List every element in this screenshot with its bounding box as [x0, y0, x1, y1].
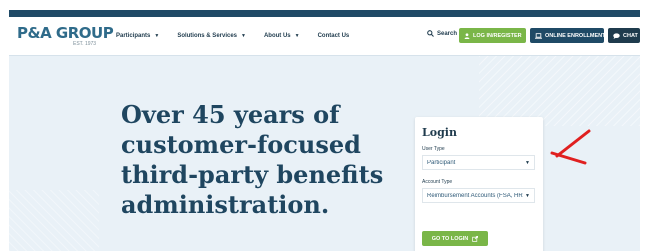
user-icon	[464, 32, 470, 39]
top-accent-bar	[9, 10, 640, 17]
main-nav: Participants ▼ Solutions & Services ▼ Ab…	[116, 17, 367, 55]
decorative-pattern	[479, 56, 640, 126]
chat-bubble-icon	[613, 32, 620, 39]
nav-about-us[interactable]: About Us ▼	[264, 33, 300, 39]
chevron-down-icon: ▼	[294, 33, 300, 39]
chevron-down-icon: ▼	[154, 33, 160, 39]
nav-participants[interactable]: Participants ▼	[116, 33, 159, 39]
user-type-value: Participant	[427, 159, 456, 166]
headline-line: customer-focused	[121, 130, 361, 159]
decorative-pattern-left	[9, 190, 99, 251]
chevron-down-icon: ▼	[525, 192, 530, 199]
page-frame: P&A GROUP EST. 1973 Participants ▼ Solut…	[9, 10, 640, 251]
nav-solutions-label: Solutions & Services	[177, 33, 237, 39]
account-type-label: Account Type	[422, 179, 453, 185]
nav-solutions-services[interactable]: Solutions & Services ▼	[177, 33, 246, 39]
external-link-icon	[472, 235, 479, 242]
login-card: Login User Type Participant ▼ Account Ty…	[415, 117, 543, 251]
nav-contact-us[interactable]: Contact Us	[318, 33, 350, 39]
login-register-label: LOG IN/REGISTER	[473, 32, 522, 39]
user-type-label: User Type	[422, 146, 445, 152]
nav-participants-label: Participants	[116, 33, 151, 39]
logo-tagline: EST. 1973	[73, 41, 97, 47]
hero-headline: Over 45 years of customer-focused third-…	[121, 100, 411, 220]
chevron-down-icon: ▼	[525, 159, 530, 166]
chevron-down-icon: ▼	[241, 33, 246, 39]
login-register-button[interactable]: LOG IN/REGISTER	[459, 28, 526, 43]
red-arrow-annotation	[550, 129, 591, 165]
go-to-login-label: GO TO LOGIN	[431, 235, 469, 242]
online-enrollment-label: ONLINE ENROLLMENT	[545, 32, 606, 39]
headline-line: administration.	[121, 190, 330, 219]
search-label: Search	[437, 30, 458, 37]
site-header: P&A GROUP EST. 1973 Participants ▼ Solut…	[9, 17, 640, 56]
account-type-value: Reimbursement Accounts (FSA, HRA,	[427, 192, 524, 199]
headline-line: third-party benefits	[121, 160, 384, 189]
login-card-title: Login	[422, 126, 457, 139]
laptop-icon	[535, 32, 542, 39]
user-type-select[interactable]: Participant ▼	[422, 155, 535, 170]
online-enrollment-button[interactable]: ONLINE ENROLLMENT	[530, 28, 606, 43]
search-link[interactable]: Search	[427, 30, 457, 37]
nav-contact-label: Contact Us	[317, 33, 350, 39]
go-to-login-button[interactable]: GO TO LOGIN	[422, 231, 488, 246]
chat-label: CHAT	[623, 32, 638, 39]
search-icon	[427, 30, 434, 37]
nav-about-label: About Us	[263, 33, 291, 39]
chat-button[interactable]: CHAT	[608, 28, 640, 43]
brand-logo[interactable]: P&A GROUP EST. 1973	[17, 24, 114, 48]
headline-line: Over 45 years of	[121, 100, 340, 129]
logo-text: P&A GROUP	[17, 24, 114, 42]
account-type-select[interactable]: Reimbursement Accounts (FSA, HRA, ▼	[422, 188, 535, 203]
